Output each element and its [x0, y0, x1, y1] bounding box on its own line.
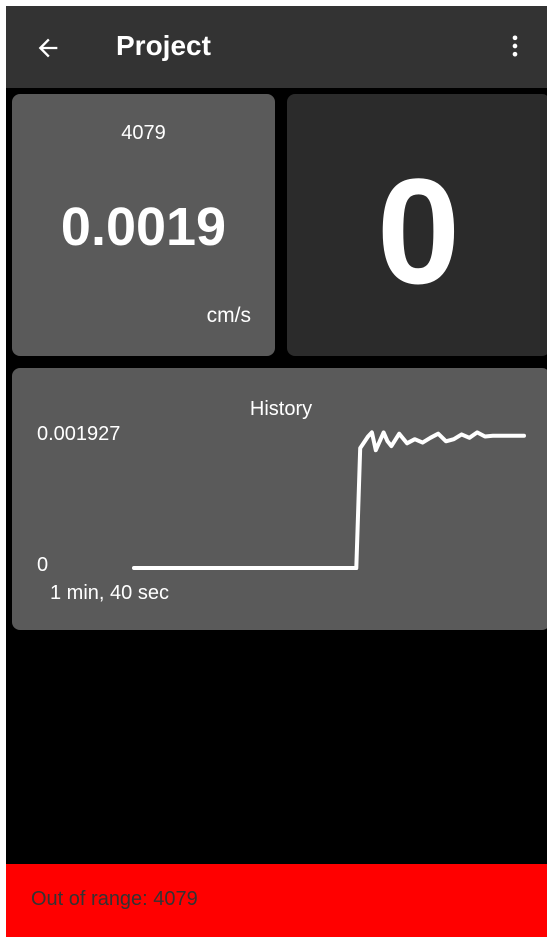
more-vert-icon — [512, 35, 518, 57]
overflow-menu-button[interactable] — [491, 22, 539, 70]
sensor-id-label: 4079 — [121, 122, 166, 144]
history-card[interactable]: History 0.001927 0 1 min, 40 sec — [12, 368, 547, 630]
history-chart — [132, 430, 526, 570]
count-value: 0 — [376, 147, 461, 315]
arrow-left-icon — [38, 38, 58, 58]
page-title: Project — [116, 30, 211, 61]
back-button[interactable] — [24, 24, 72, 72]
status-message: Out of range: 4079 — [31, 888, 198, 910]
app-screen: Project 4079 0.0019 cm/s 0 History 0.001… — [6, 6, 547, 937]
reading-unit: cm/s — [206, 304, 251, 327]
count-card[interactable]: 0 — [287, 94, 547, 356]
history-series-line — [132, 430, 526, 570]
reading-card[interactable]: 4079 0.0019 cm/s — [12, 94, 275, 356]
status-bar: Out of range: 4079 — [6, 864, 547, 937]
reading-value: 0.0019 — [60, 197, 227, 257]
app-bar: Project — [6, 6, 547, 88]
